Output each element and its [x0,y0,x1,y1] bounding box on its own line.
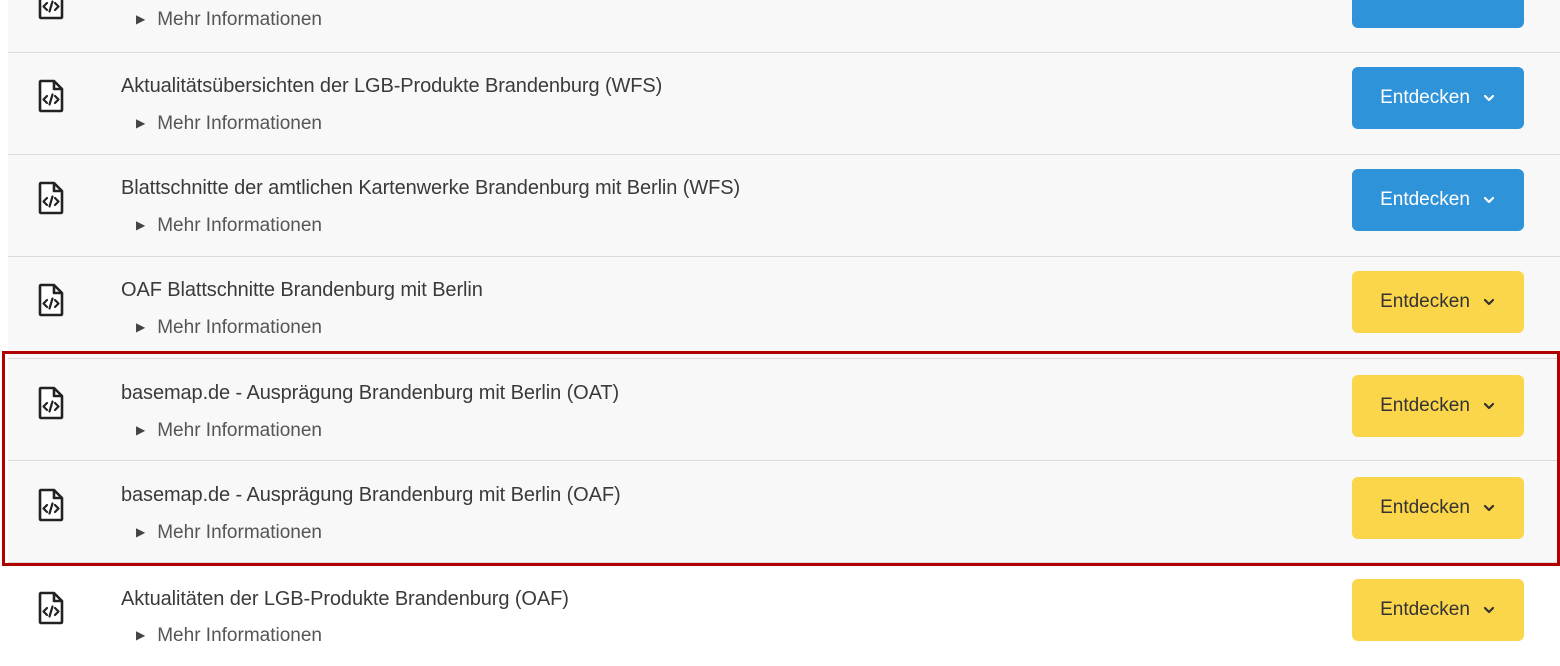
code-file-icon [38,0,64,20]
more-info-toggle[interactable]: ▶ Mehr Informationen [136,9,322,31]
chevron-down-icon [1482,91,1496,105]
triangle-right-icon: ▶ [136,628,146,642]
chevron-down-icon [1482,501,1496,515]
triangle-right-icon: ▶ [136,116,146,130]
list-item: ▶ Mehr Informationen [8,0,1560,53]
triangle-right-icon: ▶ [136,525,146,539]
list-item: basemap.de - Ausprägung Brandenburg mit … [8,359,1560,461]
code-file-icon [38,488,64,522]
triangle-right-icon: ▶ [136,320,146,334]
chevron-down-icon [1482,603,1496,617]
dataset-title: Blattschnitte der amtlichen Kartenwerke … [121,177,741,199]
more-info-toggle[interactable]: ▶ Mehr Informationen [136,113,322,135]
list-item: Aktualitätsübersichten der LGB-Produkte … [8,53,1560,155]
code-file-icon [38,181,64,215]
list-item: basemap.de - Ausprägung Brandenburg mit … [8,461,1560,563]
list-item: Blattschnitte der amtlichen Kartenwerke … [8,155,1560,257]
triangle-right-icon: ▶ [136,218,146,232]
discover-button[interactable]: Entdecken [1352,169,1524,231]
code-file-icon [38,386,64,420]
more-info-toggle[interactable]: ▶ Mehr Informationen [136,625,322,647]
chevron-down-icon [1482,399,1496,413]
discover-button[interactable]: Entdecken [1352,375,1524,437]
more-info-toggle[interactable]: ▶ Mehr Informationen [136,317,322,339]
dataset-title: basemap.de - Ausprägung Brandenburg mit … [121,382,620,404]
code-file-icon [38,79,64,113]
discover-button[interactable]: Entdecken [1352,477,1524,539]
more-info-toggle[interactable]: ▶ Mehr Informationen [136,522,322,544]
discover-button[interactable]: Entdecken [1352,579,1524,641]
code-file-icon [38,591,64,625]
list-item: Aktualitäten der LGB-Produkte Brandenbur… [8,563,1560,665]
dataset-title: OAF Blattschnitte Brandenburg mit Berlin [121,279,483,301]
triangle-right-icon: ▶ [136,12,146,26]
dataset-title: Aktualitäten der LGB-Produkte Brandenbur… [121,588,569,610]
dataset-title: basemap.de - Ausprägung Brandenburg mit … [121,484,621,506]
triangle-right-icon: ▶ [136,423,146,437]
chevron-down-icon [1482,193,1496,207]
more-info-toggle[interactable]: ▶ Mehr Informationen [136,215,322,237]
list-item: OAF Blattschnitte Brandenburg mit Berlin… [8,257,1560,359]
discover-button[interactable]: Entdecken [1352,67,1524,129]
dataset-title: Aktualitätsübersichten der LGB-Produkte … [121,75,663,97]
discover-button[interactable]: Entdecken [1352,271,1524,333]
discover-button[interactable] [1352,0,1524,28]
chevron-down-icon [1482,295,1496,309]
more-info-toggle[interactable]: ▶ Mehr Informationen [136,420,322,442]
code-file-icon [38,283,64,317]
